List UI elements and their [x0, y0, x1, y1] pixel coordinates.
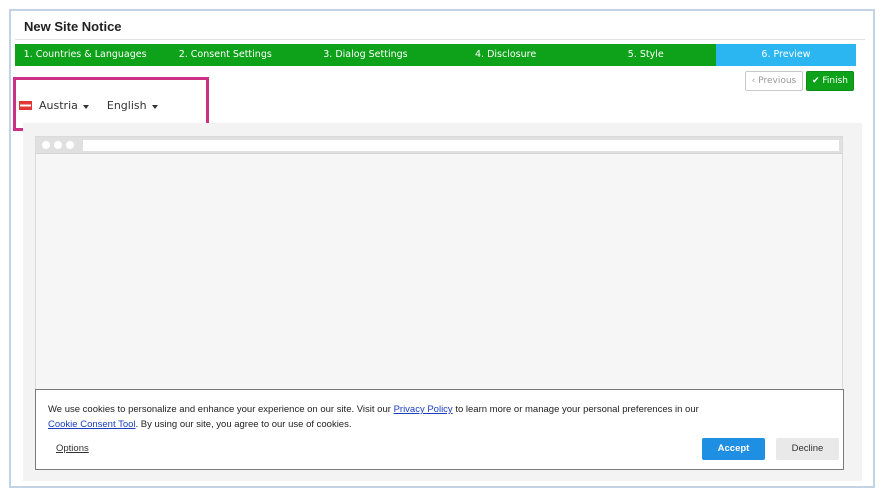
- tab-preview[interactable]: 6. Preview: [715, 44, 857, 66]
- caret-down-icon: [82, 104, 89, 109]
- address-bar: [83, 140, 839, 151]
- browser-toolbar: [36, 137, 842, 154]
- country-dropdown[interactable]: Austria: [39, 99, 103, 112]
- cookie-banner: We use cookies to personalize and enhanc…: [35, 389, 844, 470]
- preview-selectors: Austria English: [19, 97, 172, 113]
- options-link[interactable]: Options: [56, 443, 89, 454]
- tab-disclosure[interactable]: 4. Disclosure: [435, 44, 576, 66]
- title-divider: [15, 39, 865, 40]
- previous-button[interactable]: ‹ Previous: [745, 71, 803, 91]
- finish-label: Finish: [822, 76, 849, 86]
- cookie-text-part: to learn more or manage your personal pr…: [452, 404, 699, 415]
- tab-countries-languages[interactable]: 1. Countries & Languages: [15, 44, 156, 66]
- language-dropdown[interactable]: English: [107, 99, 172, 112]
- caret-down-icon: [151, 104, 158, 109]
- wizard-steps: 1. Countries & Languages 2. Consent Sett…: [15, 44, 857, 66]
- austria-flag-icon: [19, 100, 32, 110]
- language-dropdown-label: English: [106, 98, 147, 112]
- window-dot-icon: [66, 141, 74, 149]
- tab-consent-settings[interactable]: 2. Consent Settings: [155, 44, 296, 66]
- window-dot-icon: [54, 141, 62, 149]
- tab-style[interactable]: 5. Style: [575, 44, 716, 66]
- accept-button[interactable]: Accept: [702, 438, 765, 460]
- privacy-policy-link[interactable]: Privacy Policy: [394, 404, 453, 415]
- check-icon: ✔: [811, 76, 823, 86]
- previous-label: Previous: [758, 76, 797, 86]
- cookie-text-part: We use cookies to personalize and enhanc…: [48, 404, 394, 415]
- window-dot-icon: [42, 141, 50, 149]
- cookie-banner-text: We use cookies to personalize and enhanc…: [48, 402, 828, 432]
- page-title: New Site Notice: [24, 19, 122, 34]
- site-notice-window: New Site Notice 1. Countries & Languages…: [9, 9, 875, 488]
- cookie-consent-tool-link[interactable]: Cookie Consent Tool: [48, 419, 136, 430]
- decline-button[interactable]: Decline: [776, 438, 839, 460]
- country-dropdown-label: Austria: [39, 98, 78, 112]
- finish-button[interactable]: ✔ Finish: [806, 71, 854, 91]
- tab-dialog-settings[interactable]: 3. Dialog Settings: [295, 44, 436, 66]
- cookie-text-part: . By using our site, you agree to our us…: [135, 419, 352, 430]
